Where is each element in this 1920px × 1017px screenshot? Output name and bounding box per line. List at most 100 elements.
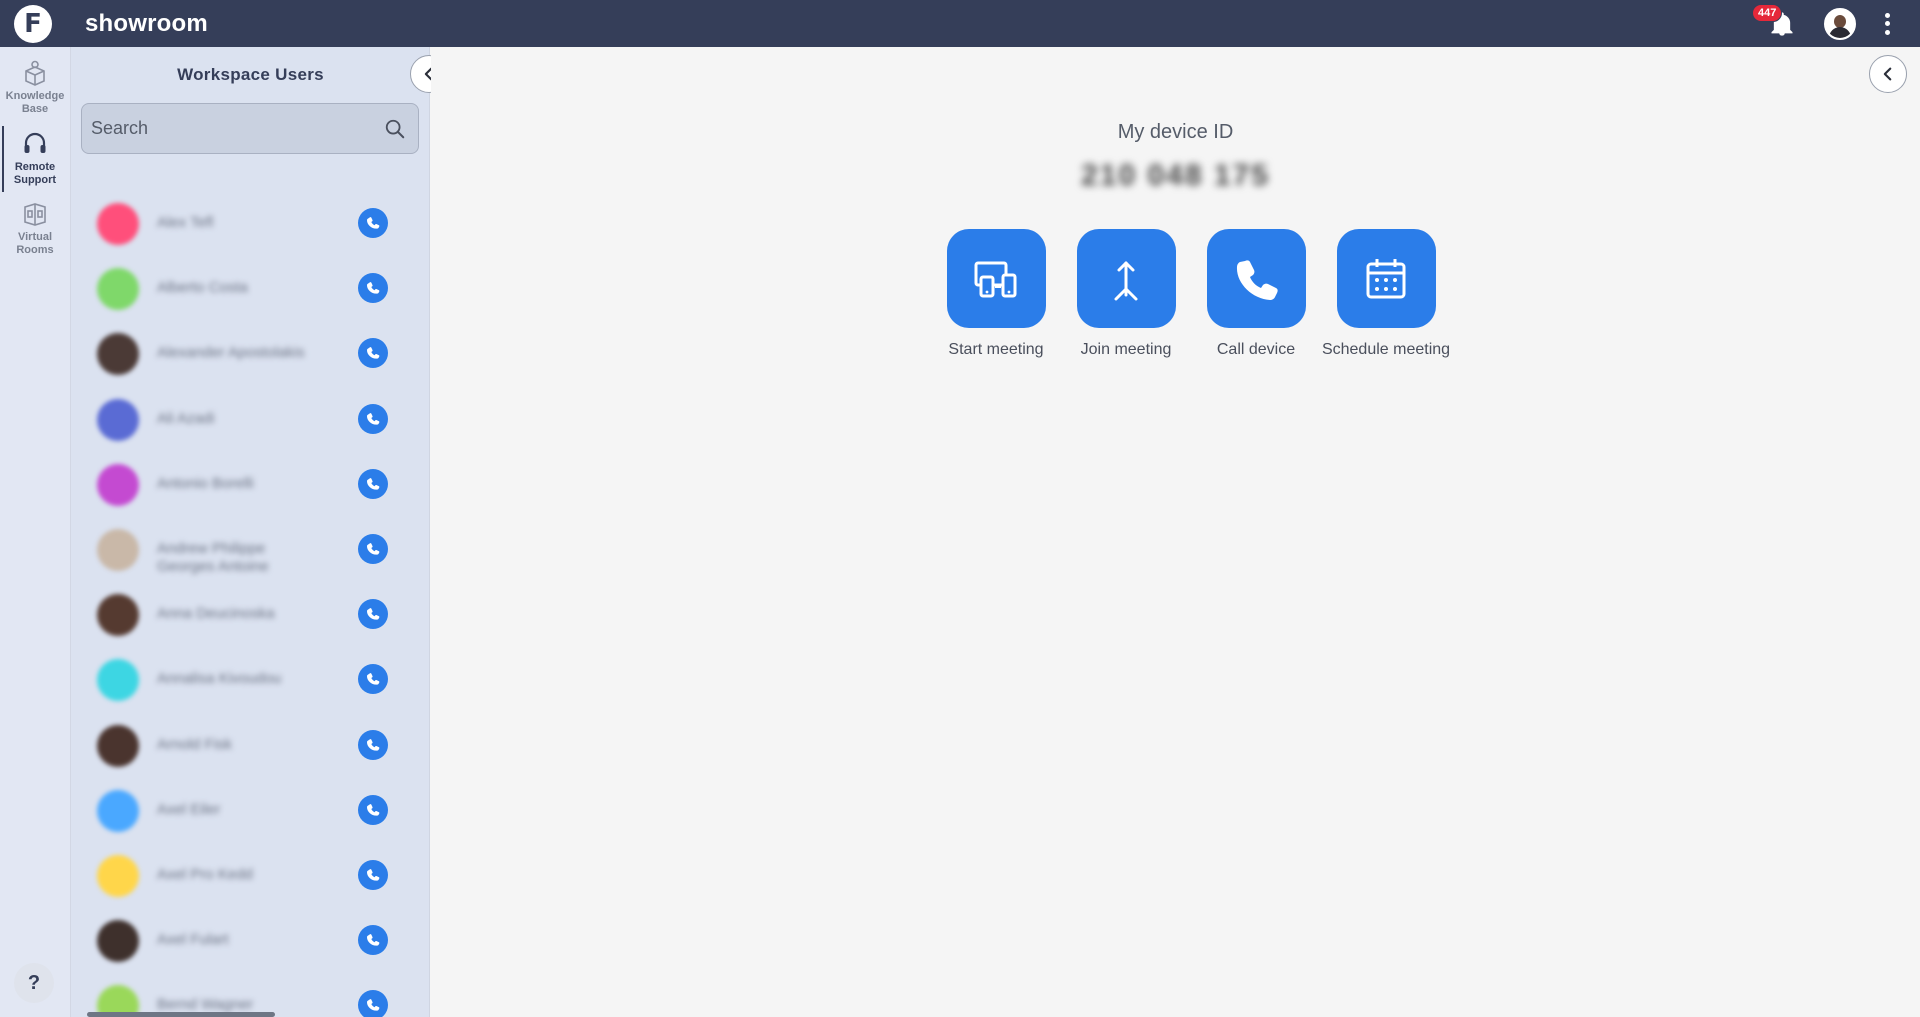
call-device-button[interactable]	[1206, 229, 1306, 328]
phone-icon	[367, 217, 380, 229]
schedule-meeting-button[interactable]	[1336, 229, 1436, 328]
main-area: My device ID 210 048 175 Start meeting J…	[431, 47, 1920, 1017]
user-avatar	[97, 920, 139, 963]
user-avatar[interactable]	[1824, 7, 1856, 40]
user-avatar	[97, 268, 139, 311]
help-button[interactable]: ?	[14, 963, 54, 1003]
user-avatar	[97, 333, 139, 376]
call-user-button[interactable]	[358, 403, 388, 434]
rail-item-knowledge-base[interactable]: Knowledge Base	[0, 59, 70, 116]
call-user-button[interactable]	[358, 273, 388, 304]
call-user-button[interactable]	[358, 599, 388, 630]
search-box	[81, 103, 419, 154]
chevron-left-icon	[1883, 67, 1892, 81]
user-name: Alex Tefl	[157, 214, 214, 231]
user-name: Axel Fulart	[157, 931, 229, 949]
devices-icon	[974, 261, 1017, 297]
phone-icon	[367, 543, 380, 555]
user-avatar	[97, 854, 139, 897]
rail-item-virtual-rooms[interactable]: Virtual Rooms	[0, 200, 70, 257]
phone-icon	[367, 869, 380, 881]
user-row[interactable]: Annalisa Kivoudou	[71, 657, 429, 722]
app-title: showroom	[85, 9, 208, 37]
join-meeting-button[interactable]	[1076, 229, 1176, 328]
call-user-button[interactable]	[358, 990, 388, 1017]
phone-icon	[367, 934, 380, 946]
schedule-meeting-label: Schedule meeting	[1321, 341, 1451, 358]
phone-icon	[367, 673, 380, 685]
user-avatar	[97, 203, 139, 245]
user-row[interactable]: Alex Tefl	[71, 201, 429, 266]
user-row[interactable]: Andrew Philippe Georges Antoine	[71, 527, 429, 592]
rail-item-remote-support[interactable]: Remote Support	[0, 126, 70, 192]
merge-arrow-icon	[1114, 261, 1138, 300]
user-row[interactable]: Axel Eiler	[71, 788, 429, 853]
user-avatar	[97, 398, 139, 441]
user-avatar	[97, 594, 139, 637]
user-name: Arnold Fisk	[157, 735, 233, 753]
start-meeting-action[interactable]: Start meeting	[931, 229, 1061, 359]
meeting-actions: Start meeting Join meeting Call device S…	[931, 229, 1451, 359]
phone-icon	[367, 347, 380, 360]
join-meeting-action[interactable]: Join meeting	[1061, 229, 1191, 359]
phone-icon	[367, 412, 380, 425]
notifications-badge: 447	[1752, 3, 1783, 22]
calendar-icon	[1366, 258, 1406, 298]
panel-title: Workspace Users	[177, 65, 324, 84]
join-meeting-label: Join meeting	[1080, 341, 1172, 358]
user-row[interactable]: Axel Fulart	[71, 918, 429, 983]
user-row[interactable]: Anna Deucinoska	[71, 592, 429, 657]
phone-icon	[367, 608, 380, 620]
user-avatar	[97, 659, 139, 702]
more-menu-icon[interactable]	[1884, 12, 1890, 35]
user-avatar	[97, 528, 139, 571]
schedule-meeting-action[interactable]: Schedule meeting	[1321, 229, 1451, 359]
user-name: Annalisa Kivoudou	[157, 670, 282, 688]
search-icon[interactable]	[384, 118, 406, 140]
room-icon	[24, 203, 46, 226]
user-list: Alex Tefl Alberto Costa Alexander Apostola…	[71, 201, 429, 1017]
user-row[interactable]: Alberto Costa	[71, 266, 429, 331]
call-user-button[interactable]	[358, 208, 388, 238]
device-id-label: My device ID	[1117, 121, 1234, 143]
user-name: Ali Azadi	[157, 409, 215, 427]
search-input[interactable]	[91, 118, 371, 139]
top-bar: F showroom 447	[0, 0, 1920, 47]
call-device-label: Call device	[1216, 341, 1296, 358]
app-logo[interactable]: F	[14, 4, 52, 43]
call-user-button[interactable]	[358, 664, 388, 695]
phone-icon	[367, 803, 380, 816]
phone-icon	[367, 738, 380, 751]
start-meeting-button[interactable]	[946, 229, 1046, 328]
call-user-button[interactable]	[358, 794, 388, 825]
user-name: Anna Deucinoska	[157, 605, 275, 623]
expand-right-panel-button[interactable]	[1869, 55, 1907, 93]
device-id-value: 210 048 175	[1081, 159, 1270, 192]
user-name: Antonio Borelli	[157, 474, 254, 492]
call-user-button[interactable]	[358, 468, 388, 499]
user-avatar	[97, 789, 139, 832]
user-avatar	[97, 463, 139, 506]
user-row[interactable]: Alexander Apostolakis	[71, 331, 429, 396]
call-user-button[interactable]	[358, 925, 388, 956]
call-device-action[interactable]: Call device	[1191, 229, 1321, 359]
user-row[interactable]: Axel Pro Kedd	[71, 853, 429, 918]
call-user-button[interactable]	[358, 338, 388, 369]
headset-icon	[24, 132, 46, 153]
user-row[interactable]: Arnold Fisk	[71, 723, 429, 788]
phone-icon	[367, 477, 380, 490]
user-name: Andrew Philippe Georges Antoine	[157, 539, 269, 575]
workspace-users-panel: Workspace Users Alex TeflAlberto CostaAl…	[71, 47, 430, 1017]
user-row[interactable]: Ali Azadi	[71, 397, 429, 462]
user-row[interactable]: Antonio Borelli	[71, 462, 429, 527]
notifications-bell-icon[interactable]: 447	[1752, 3, 1796, 38]
start-meeting-label: Start meeting	[948, 341, 1044, 358]
phone-icon	[1236, 259, 1278, 300]
call-user-button[interactable]	[358, 729, 388, 760]
user-name: Alexander Apostolakis	[157, 344, 305, 362]
user-name: Axel Eiler	[157, 800, 221, 818]
panel-scrollbar[interactable]	[87, 1012, 275, 1017]
call-user-button[interactable]	[358, 533, 388, 564]
call-user-button[interactable]	[358, 859, 388, 890]
left-rail: Knowledge Base Remote Support Virtual Ro…	[0, 47, 71, 1017]
